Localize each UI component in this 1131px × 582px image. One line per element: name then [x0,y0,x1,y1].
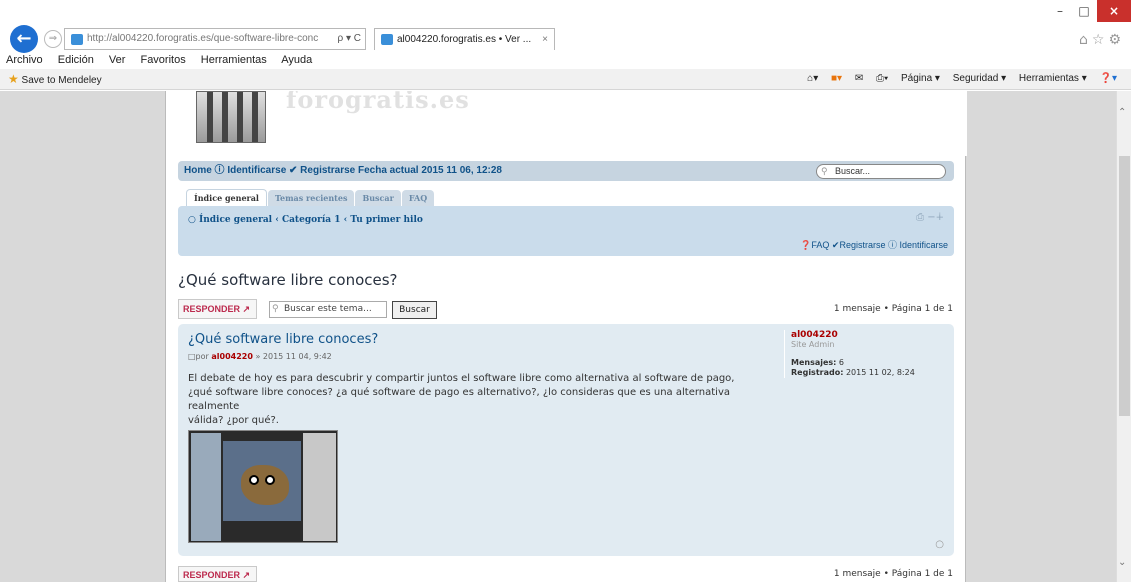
maximize-button[interactable]: □ [1073,0,1095,22]
user-links[interactable]: ❓FAQ ✔Registrarse ⓘ Identificarse [800,238,948,251]
tab-favicon-icon [381,34,393,45]
search-placeholder: Buscar... [835,166,871,176]
forum-post: ¿Qué software libre conoces? □por al0042… [178,324,954,556]
mail-icon[interactable]: ✉ [855,73,863,84]
profile-messages: Mensajes: 6 [791,358,845,367]
tab-faq[interactable]: FAQ [401,190,435,207]
site-logo[interactable] [196,91,266,143]
help-icon[interactable]: ❓▾ [1100,73,1117,84]
home-favorites-settings-icon[interactable]: ⌂☆⚙ [1079,32,1125,48]
address-url: http://al004220.forogratis.es/que-softwa… [87,33,319,44]
back-button[interactable]: ← [10,25,38,53]
reply-button[interactable]: RESPONDER ↗ [178,299,257,319]
menu-bar: Archivo Edición Ver Favoritos Herramient… [0,51,1131,69]
topic-search-button[interactable]: Buscar [392,301,437,319]
cmd-pagina[interactable]: Página ▾ [901,73,940,84]
breadcrumb[interactable]: ○ Índice general ‹ Categoría 1 ‹ Tu prim… [188,215,423,225]
tab-indice-general[interactable]: Índice general [186,189,267,206]
search-icon: ⚲ [821,166,828,176]
home-icon[interactable]: ⌂▾ [807,73,818,84]
pagination-info: 1 mensaje • Página 1 de 1 [833,304,953,314]
scroll-up-icon[interactable]: ⌃ [1118,107,1126,118]
feeds-icon[interactable]: ■▾ [831,73,842,84]
profile-rank: Site Admin [791,340,835,349]
window-controls: – □ × [1031,0,1131,24]
favorites-bar: ★ Save to Mendeley ⌂▾ ■▾ ✉ ⎙▾ Página ▾ S… [0,69,1131,90]
minimize-button[interactable]: – [1049,0,1071,22]
site-favicon-icon [71,34,83,45]
tab-close-icon[interactable]: × [542,29,548,50]
profile-username[interactable]: al004220 [791,330,949,340]
menu-favoritos[interactable]: Favoritos [140,54,185,66]
post-body: El debate de hoy es para descubrir y com… [188,372,768,428]
post-profile: al004220 Site Admin Mensajes: 6 Registra… [784,330,949,378]
post-author[interactable]: al004220 [211,352,253,361]
menu-herramientas[interactable]: Herramientas [201,54,267,66]
tab-temas-recientes[interactable]: Temas recientes [267,190,355,207]
mendeley-favorite[interactable]: ★ Save to Mendeley [8,69,102,91]
post-line-1: El debate de hoy es para descubrir y com… [188,373,735,384]
breadcrumb-panel: ○ Índice general ‹ Categoría 1 ‹ Tu prim… [178,206,954,256]
menu-edicion[interactable]: Edición [58,54,94,66]
topnav-links[interactable]: Home ⓘ Identificarse ✔ Registrarse Fecha… [184,165,502,176]
forum-page: forogratis.es Home ⓘ Identificarse ✔ Reg… [165,91,967,582]
vertical-scrollbar[interactable]: ⌃ ⌄ [1116,91,1131,582]
menu-ayuda[interactable]: Ayuda [281,54,312,66]
forum-tabs: Índice general Temas recientes Buscar FAQ [186,189,435,207]
cmd-herramientas[interactable]: Herramientas ▾ [1019,73,1087,84]
command-bar: ⌂▾ ■▾ ✉ ⎙▾ Página ▾ Seguridad ▾ Herramie… [797,69,1117,89]
post-icon: □por [188,352,209,361]
site-banner: forogratis.es [166,91,967,156]
mendeley-label: Save to Mendeley [21,75,102,86]
banner-text: forogratis.es [286,91,470,114]
pagination-info-bottom: 1 mensaje • Página 1 de 1 [833,569,953,579]
menu-ver[interactable]: Ver [109,54,126,66]
post-line-2: ¿qué software libre conoces? ¿a qué soft… [188,387,730,412]
favorites-star-icon: ★ [8,72,19,86]
reply-button-bottom[interactable]: RESPONDER ↗ [178,566,257,582]
topic-search-input[interactable]: ⚲ Buscar este tema... [269,301,387,318]
address-controls[interactable]: ρ ▾ C [338,29,362,49]
forum-search-input[interactable]: ⚲ Buscar... [816,164,946,179]
topic-title[interactable]: ¿Qué software libre conoces? [178,271,398,289]
address-bar[interactable]: http://al004220.forogratis.es/que-softwa… [64,28,366,50]
browser-tab[interactable]: al004220.forogratis.es • Ver ... × [374,28,555,50]
scroll-down-icon[interactable]: ⌄ [1118,557,1126,568]
print-icon[interactable]: ⎙▾ [876,73,888,84]
topic-search-placeholder: Buscar este tema... [284,304,372,314]
tab-title: al004220.forogratis.es • Ver ... [397,34,532,45]
menu-archivo[interactable]: Archivo [6,54,43,66]
post-meta: □por al004220 » 2015 11 04, 9:42 [188,352,332,361]
post-line-3: válida? ¿por qué?. [188,415,279,426]
post-attachment-image[interactable] [188,430,338,543]
post-title[interactable]: ¿Qué software libre conoces? [188,332,378,347]
back-to-top-icon[interactable]: ○ [935,539,944,550]
top-navbar: Home ⓘ Identificarse ✔ Registrarse Fecha… [178,161,954,181]
scroll-thumb[interactable] [1119,156,1130,416]
profile-registered: Registrado: 2015 11 02, 8:24 [791,368,915,377]
print-font-icon[interactable]: ⎙ −∔ [916,212,944,223]
forward-button[interactable]: ⇒ [44,30,62,48]
close-button[interactable]: × [1097,0,1131,22]
search-icon: ⚲ [272,304,279,314]
post-date: » 2015 11 04, 9:42 [255,352,332,361]
tab-buscar[interactable]: Buscar [355,190,401,207]
page-viewport: forogratis.es Home ⓘ Identificarse ✔ Reg… [0,91,1116,582]
cmd-seguridad[interactable]: Seguridad ▾ [953,73,1006,84]
